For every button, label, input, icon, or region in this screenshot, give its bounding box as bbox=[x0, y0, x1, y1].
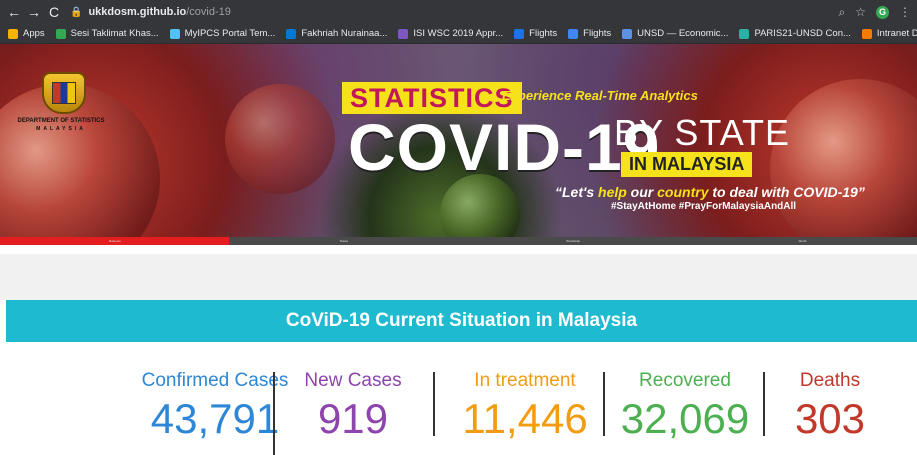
forms-icon bbox=[398, 28, 409, 39]
stat-value: 11,446 bbox=[462, 395, 588, 442]
situation-title: CoViD-19 Current Situation in Malaysia bbox=[285, 310, 638, 331]
outlook-icon bbox=[286, 28, 297, 39]
slogan-highlight-help: help bbox=[598, 184, 627, 200]
zoom-icon[interactable]: ⌕ bbox=[839, 5, 846, 20]
url-host: ukkdosm.github.io bbox=[88, 6, 187, 18]
stat-divider bbox=[273, 372, 275, 455]
bookmark-label: ISI WSC 2019 Appr... bbox=[413, 28, 504, 39]
hashtags: #StayAtHome #PrayForMalaysiaAndAll bbox=[611, 201, 797, 212]
cloud-icon bbox=[169, 28, 180, 39]
bookmark-label: UNSD — Economic... bbox=[637, 28, 729, 39]
stat-value: 303 bbox=[794, 395, 866, 442]
flights-icon bbox=[514, 28, 525, 39]
virus-image-center bbox=[225, 84, 335, 194]
stat-label: New Cases bbox=[304, 370, 402, 391]
stat-label: Recovered bbox=[639, 370, 731, 391]
bookmark-item[interactable]: ISI WSC 2019 Appr... bbox=[398, 28, 503, 39]
url-path: /covid-19 bbox=[186, 6, 231, 18]
hero-banner: DEPARTMENT OF STATISTICS MALAYSIA STATIS… bbox=[0, 44, 917, 237]
star-icon[interactable]: ☆ bbox=[855, 5, 866, 19]
in-malaysia-box: IN MALAYSIA bbox=[621, 152, 753, 177]
bookmark-label: PARIS21-UNSD Con... bbox=[754, 28, 851, 39]
bookmark-item[interactable]: Sesi Taklimat Khas... bbox=[55, 28, 159, 39]
in-malaysia-heading: IN MALAYSIA bbox=[629, 154, 745, 174]
slogan-part: our bbox=[626, 184, 658, 200]
stat-divider bbox=[763, 372, 765, 436]
stat-value: 32,069 bbox=[620, 395, 750, 442]
slogan: “Let's help our country to deal with COV… bbox=[555, 184, 865, 200]
experience-tagline: Experience Real-Time Analytics bbox=[502, 88, 698, 103]
bookmark-item[interactable]: Flights bbox=[514, 28, 557, 39]
bookmark-label: Apps bbox=[23, 28, 45, 39]
slogan-highlight-country: country bbox=[657, 184, 709, 200]
situation-title-bar: CoViD-19 Current Situation in Malaysia bbox=[6, 300, 917, 342]
tab-malaysia[interactable]: Malaysia bbox=[0, 237, 230, 245]
stat-deaths: Deaths 303 bbox=[770, 370, 890, 442]
reload-icon[interactable]: C bbox=[44, 0, 64, 24]
stat-recovered: Recovered 32,069 bbox=[610, 370, 760, 442]
stat-in-treatment: In treatment 11,446 bbox=[440, 370, 610, 442]
intranet-icon bbox=[861, 28, 872, 39]
page-background-strip bbox=[0, 254, 917, 300]
flights-globe-icon bbox=[568, 28, 579, 39]
forward-arrow-icon[interactable]: → bbox=[24, 0, 44, 24]
stat-value: 919 bbox=[317, 395, 389, 442]
dept-name-line2: MALAYSIA bbox=[36, 126, 86, 132]
virus-image-right bbox=[770, 79, 917, 237]
bookmarks-bar: Apps Sesi Taklimat Khas... MyIPCS Portal T… bbox=[0, 24, 917, 44]
slogan-part: to deal with COVID-19” bbox=[708, 184, 865, 200]
bookmark-item[interactable]: UNSD — Economic... bbox=[622, 28, 728, 39]
browser-address-bar: ← → C 🔒 ukkdosm.github.io /covid-19 ⌕ ☆ … bbox=[0, 0, 917, 24]
un-icon bbox=[622, 28, 633, 39]
stat-divider bbox=[603, 372, 605, 436]
apps-grid-icon bbox=[8, 28, 18, 39]
stat-label: In treatment bbox=[474, 370, 576, 391]
bookmark-label: Intranet DOSM bbox=[876, 28, 917, 39]
bookmark-item[interactable]: Fakhriah Nurainaa... bbox=[286, 28, 387, 39]
region-tabs: Malaysia States Worldwide World bbox=[0, 237, 917, 245]
drive-icon bbox=[55, 28, 66, 39]
lock-icon: 🔒 bbox=[70, 6, 83, 18]
bookmark-item[interactable]: PARIS21-UNSD Con... bbox=[739, 28, 851, 39]
bookmark-item[interactable]: Flights bbox=[568, 28, 611, 39]
situation-stats: Confirmed Cases 43,791 New Cases 919 In … bbox=[0, 342, 917, 455]
bookmark-label: MyIPCS Portal Tem... bbox=[184, 28, 276, 39]
stat-label: Deaths bbox=[799, 370, 861, 391]
bookmark-label: Flights bbox=[529, 28, 558, 39]
bookmark-label: Flights bbox=[583, 28, 612, 39]
slogan-part: “Let's bbox=[555, 184, 599, 200]
bookmark-item[interactable]: MyIPCS Portal Tem... bbox=[169, 28, 276, 39]
stat-new-cases: New Cases 919 bbox=[283, 370, 423, 442]
bookmark-label: Sesi Taklimat Khas... bbox=[70, 28, 159, 39]
bookmark-label: Fakhriah Nurainaa... bbox=[301, 28, 388, 39]
statistics-heading: STATISTICS bbox=[350, 82, 514, 113]
menu-icon[interactable]: ⋮ bbox=[899, 5, 911, 19]
tab-states[interactable]: States bbox=[229, 237, 458, 245]
bookmark-item[interactable]: Intranet DOSM bbox=[861, 28, 917, 39]
back-arrow-icon[interactable]: ← bbox=[4, 0, 24, 24]
dept-name-line1: DEPARTMENT OF STATISTICS bbox=[17, 118, 105, 124]
tab-worldwide[interactable]: Worldwide bbox=[459, 237, 688, 245]
url-field[interactable]: 🔒 ukkdosm.github.io /covid-19 bbox=[70, 0, 839, 24]
bookmark-item[interactable]: Apps bbox=[8, 28, 45, 39]
stat-divider bbox=[433, 372, 435, 436]
extension-icon[interactable]: G bbox=[876, 5, 889, 19]
by-state-heading: BY STATE bbox=[614, 112, 791, 153]
malaysia-coat-of-arms-logo bbox=[42, 72, 86, 114]
tab-world[interactable]: World bbox=[688, 237, 917, 245]
paris21-icon bbox=[739, 28, 750, 39]
